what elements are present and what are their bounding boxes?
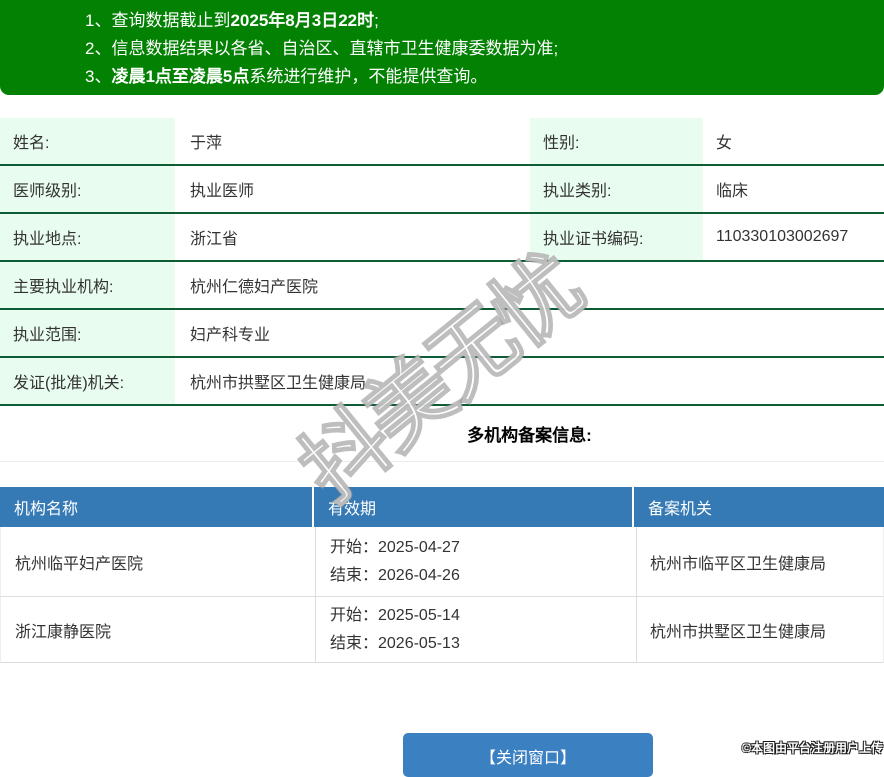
notice-line-2: 2、信息数据结果以各省、自治区、直辖市卫生健康委数据为准; <box>85 35 864 63</box>
notice-banner: 1、查询数据截止到2025年8月3日22时; 2、信息数据结果以各省、自治区、直… <box>0 0 884 95</box>
field-value-practice-category: 临床 <box>716 183 749 200</box>
registration-table-header: 机构名称 有效期 备案机关 <box>0 487 884 527</box>
table-row: 执业范围: 妇产科专业 <box>0 310 884 358</box>
validity-start: 开始：2025-04-27 <box>330 538 460 556</box>
validity-end: 结束：2026-05-13 <box>330 634 460 652</box>
table-row: 杭州临平妇产医院 开始：2025-04-27 结束：2026-04-26 杭州市… <box>0 527 884 597</box>
column-header-authority: 备案机关 <box>648 501 713 518</box>
notice-number: 1、 <box>85 11 112 30</box>
upload-note-watermark: ©本图由平台注册用户上传 <box>742 741 883 755</box>
authority-cell: 杭州市临平区卫生健康局 <box>650 555 827 573</box>
notice-number: 2、 <box>85 39 112 58</box>
field-label-practice-location: 执业地点: <box>0 214 175 260</box>
table-row: 主要执业机构: 杭州仁德妇产医院 <box>0 262 884 310</box>
column-header-validity: 有效期 <box>314 487 634 527</box>
org-name-cell: 杭州临平妇产医院 <box>1 527 316 596</box>
validity-cell: 开始：2025-05-14 结束：2026-05-13 <box>316 597 637 662</box>
table-row: 浙江康静医院 开始：2025-05-14 结束：2026-05-13 杭州市拱墅… <box>0 597 884 663</box>
table-row: 医师级别: 执业医师 执业类别: 临床 <box>0 166 884 214</box>
field-value-name: 于萍 <box>190 135 223 152</box>
field-label-main-institution: 主要执业机构: <box>0 262 175 308</box>
field-value-practice-scope: 妇产科专业 <box>190 327 271 344</box>
notice-line-1: 1、查询数据截止到2025年8月3日22时; <box>85 7 864 35</box>
field-label-issuing-authority: 发证(批准)机关: <box>0 358 175 404</box>
field-label-practice-scope: 执业范围: <box>0 310 175 356</box>
notice-text-post: 系统进行维护，不能提供查询。 <box>249 67 488 86</box>
field-label-gender: 性别: <box>530 118 703 164</box>
field-label-name: 姓名: <box>0 118 175 164</box>
field-value-issuing-authority: 杭州市拱墅区卫生健康局 <box>190 375 367 392</box>
field-label-certificate-number: 执业证书编码: <box>530 214 703 260</box>
authority-cell: 杭州市拱墅区卫生健康局 <box>650 623 827 641</box>
registration-table: 机构名称 有效期 备案机关 杭州临平妇产医院 开始：2025-04-27 结束：… <box>0 487 884 663</box>
notice-text: 信息数据结果以各省、自治区、直辖市卫生健康委数据为准; <box>111 39 559 58</box>
close-window-button[interactable]: 【关闭窗口】 <box>403 733 653 777</box>
notice-text: 查询数据截止到 <box>111 11 231 30</box>
field-label-practice-category: 执业类别: <box>530 166 703 212</box>
org-name-cell: 浙江康静医院 <box>1 597 316 662</box>
multi-institution-section-title: 多机构备案信息: <box>467 426 592 445</box>
field-label-doctor-level: 医师级别: <box>0 166 175 212</box>
notice-bold-text: 凌晨1点至凌晨5点 <box>111 67 250 86</box>
column-header-org-name: 机构名称 <box>0 487 314 527</box>
validity-cell: 开始：2025-04-27 结束：2026-04-26 <box>316 527 637 596</box>
table-row: 发证(批准)机关: 杭州市拱墅区卫生健康局 <box>0 358 884 406</box>
field-value-main-institution: 杭州仁德妇产医院 <box>190 279 319 296</box>
table-row: 姓名: 于萍 性别: 女 <box>0 118 884 166</box>
field-value-gender: 女 <box>716 135 733 152</box>
doctor-info-table: 姓名: 于萍 性别: 女 医师级别: 执业医师 执业类别: 临床 执业地点: 浙… <box>0 118 884 406</box>
notice-bold-text: 2025年8月3日22时 <box>230 11 375 30</box>
section-title-row: 多机构备案信息: <box>0 406 884 462</box>
notice-text-post: ; <box>374 11 379 30</box>
validity-start: 开始：2025-05-14 <box>330 606 460 624</box>
notice-number: 3、 <box>85 67 112 86</box>
table-row: 执业地点: 浙江省 执业证书编码: 110330103002697 <box>0 214 884 262</box>
field-value-practice-location: 浙江省 <box>190 231 239 248</box>
validity-end: 结束：2026-04-26 <box>330 566 460 584</box>
field-value-doctor-level: 执业医师 <box>190 183 255 200</box>
field-value-certificate-number: 110330103002697 <box>716 228 849 245</box>
notice-line-3: 3、凌晨1点至凌晨5点系统进行维护，不能提供查询。 <box>85 63 864 91</box>
